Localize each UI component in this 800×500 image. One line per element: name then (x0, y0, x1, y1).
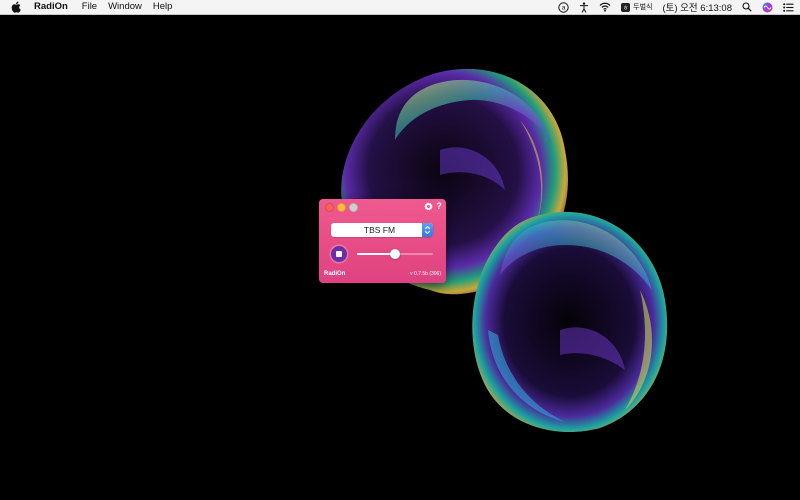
window-zoom-button[interactable] (349, 203, 358, 212)
chevron-updown-icon (422, 223, 433, 237)
footer-app-name: RadiOn (324, 271, 346, 277)
input-method-indicator[interactable]: ㅎ 두벌식 (621, 0, 652, 14)
menu-bar: RadiOn File Window Help a ㅎ 두벌식 (토) 오전 6… (0, 0, 800, 15)
wifi-icon[interactable] (599, 0, 611, 14)
station-selected-label: TBS FM (363, 225, 396, 235)
radion-window: ? TBS FM RadiOn v 0.7.5b (306) (319, 199, 446, 283)
menu-clock[interactable]: (토) 오전 6:13:08 (662, 0, 732, 14)
hangul-icon: ㅎ (621, 2, 631, 12)
volume-slider[interactable] (357, 249, 433, 259)
siri-icon[interactable] (762, 0, 773, 14)
ime-label: 두벌식 (633, 4, 653, 11)
desktop: RadiOn File Window Help a ㅎ 두벌식 (토) 오전 6… (0, 0, 800, 500)
window-close-button[interactable] (325, 203, 334, 212)
station-select[interactable]: TBS FM (331, 223, 433, 237)
svg-text:a: a (562, 4, 566, 11)
footer-version: v 0.7.5b (306) (410, 271, 441, 277)
menu-app-name[interactable]: RadiOn (34, 0, 68, 14)
window-minimize-button[interactable] (337, 203, 346, 212)
stop-button[interactable] (331, 246, 347, 262)
help-button[interactable]: ? (434, 201, 444, 211)
accessibility-icon[interactable] (579, 0, 589, 14)
menu-bar-left: RadiOn File Window Help (0, 0, 183, 14)
a-circle-icon[interactable]: a (558, 0, 569, 14)
stop-icon (336, 251, 342, 257)
notification-center-icon[interactable] (783, 0, 794, 14)
spotlight-search-icon[interactable] (742, 0, 752, 14)
menu-bar-right: a ㅎ 두벌식 (토) 오전 6:13:08 (548, 0, 794, 14)
menu-window[interactable]: Window (108, 0, 142, 14)
menu-help[interactable]: Help (153, 0, 173, 14)
apple-logo-icon[interactable] (11, 1, 21, 13)
gear-icon[interactable] (423, 201, 433, 211)
menu-file[interactable]: File (82, 0, 97, 14)
volume-slider-knob[interactable] (390, 249, 400, 259)
